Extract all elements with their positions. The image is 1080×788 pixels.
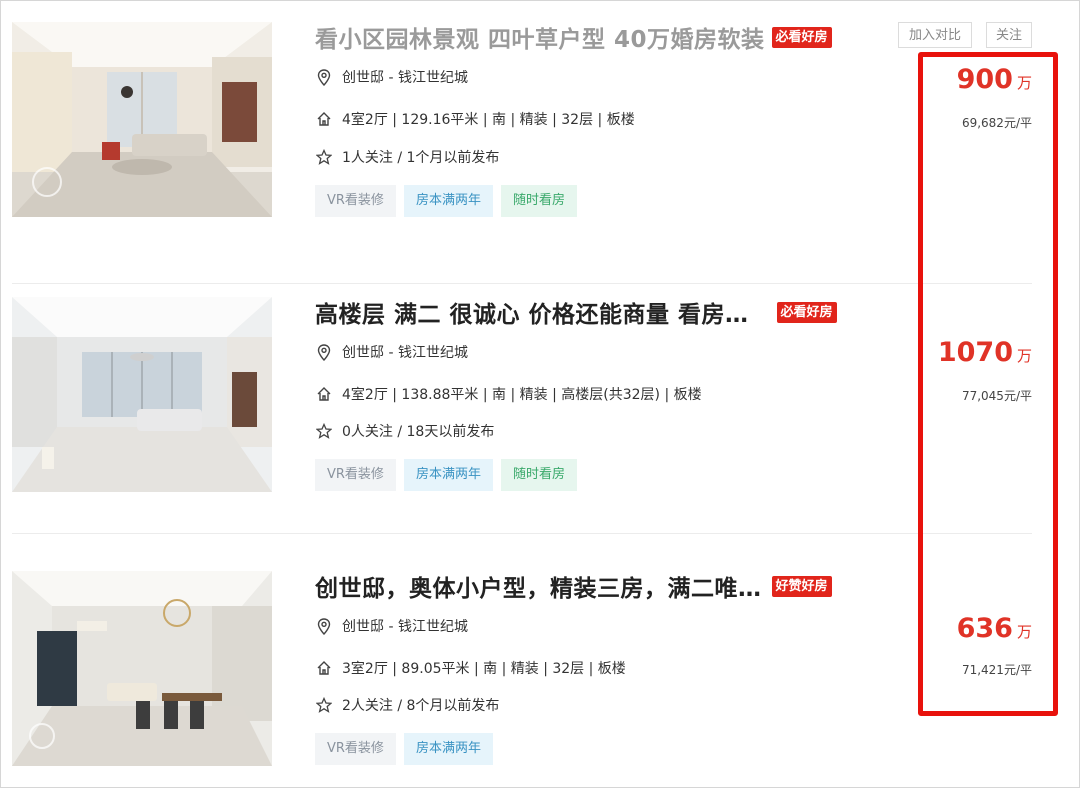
details-text: 4室2厅 | 138.88平米 | 南 | 精装 | 高楼层(共32层) | 板…: [342, 387, 702, 403]
listing-card[interactable]: 高楼层 满二 很诚心 价格还能商量 看房… 必看好房 创世邸 - 钱江世纪城 4…: [12, 297, 1032, 534]
location-text[interactable]: 创世邸 - 钱江世纪城: [342, 67, 468, 87]
listing-title[interactable]: 高楼层 满二 很诚心 价格还能商量 看房…: [315, 295, 749, 329]
star-icon: [315, 696, 333, 714]
location-row: 创世邸 - 钱江世纪城: [315, 66, 468, 88]
listing-title[interactable]: 看小区园林景观 四叶草户型 40万婚房软装: [315, 20, 765, 54]
listing-photo[interactable]: [12, 297, 272, 492]
tag-two-years: 房本满两年: [403, 733, 493, 765]
tag-list: VR看装修 房本满两年 随时看房: [315, 459, 577, 491]
listing-card[interactable]: 创世邸，奥体小户型，精装三房，满二唯… 好赞好房 创世邸 - 钱江世纪城 3室2…: [12, 571, 1032, 771]
tag-vr[interactable]: VR看装修: [315, 185, 396, 217]
listing-photo[interactable]: [12, 571, 272, 766]
details-row: 4室2厅 | 138.88平米 | 南 | 精装 | 高楼层(共32层) | 板…: [315, 383, 702, 405]
add-compare-button[interactable]: 加入对比: [898, 22, 972, 48]
tag-visit-anytime: 随时看房: [500, 459, 577, 491]
details-row: 3室2厅 | 89.05平米 | 南 | 精装 | 32层 | 板楼: [315, 657, 626, 679]
tag-list: VR看装修 房本满两年 随时看房: [315, 185, 577, 217]
details-text: 3室2厅 | 89.05平米 | 南 | 精装 | 32层 | 板楼: [342, 661, 626, 677]
follow-button[interactable]: 关注: [986, 22, 1032, 48]
house-icon: [315, 110, 333, 128]
star-icon: [315, 422, 333, 440]
followers-row: 1人关注 / 1个月以前发布: [315, 146, 499, 168]
followers-row: 0人关注 / 18天以前发布: [315, 420, 494, 442]
followers-text: 0人关注 / 18天以前发布: [342, 424, 495, 440]
house-icon: [315, 385, 333, 403]
tag-two-years: 房本满两年: [403, 185, 493, 217]
details-text: 4室2厅 | 129.16平米 | 南 | 精装 | 32层 | 板楼: [342, 112, 635, 128]
price-highlight-box: [918, 52, 1058, 716]
tag-two-years: 房本满两年: [403, 459, 493, 491]
listing-photo[interactable]: [12, 22, 272, 217]
house-icon: [315, 659, 333, 677]
star-icon: [315, 148, 333, 166]
listing-badge: 必看好房: [776, 301, 837, 323]
location-text[interactable]: 创世邸 - 钱江世纪城: [342, 616, 468, 636]
location-row: 创世邸 - 钱江世纪城: [315, 615, 468, 637]
location-pin-icon: [315, 343, 333, 361]
followers-text: 2人关注 / 8个月以前发布: [342, 698, 500, 714]
tag-vr[interactable]: VR看装修: [315, 459, 396, 491]
location-row: 创世邸 - 钱江世纪城: [315, 341, 468, 363]
details-row: 4室2厅 | 129.16平米 | 南 | 精装 | 32层 | 板楼: [315, 108, 635, 130]
followers-row: 2人关注 / 8个月以前发布: [315, 694, 499, 716]
listing-badge: 好赞好房: [771, 575, 832, 597]
listing-badge: 必看好房: [771, 26, 832, 48]
listing-card[interactable]: 看小区园林景观 四叶草户型 40万婚房软装 必看好房 创世邸 - 钱江世纪城 4…: [12, 22, 1032, 284]
location-pin-icon: [315, 617, 333, 635]
tag-visit-anytime: 随时看房: [500, 185, 577, 217]
location-text[interactable]: 创世邸 - 钱江世纪城: [342, 342, 468, 362]
location-pin-icon: [315, 68, 333, 86]
listing-title[interactable]: 创世邸，奥体小户型，精装三房，满二唯…: [315, 569, 762, 603]
tag-vr[interactable]: VR看装修: [315, 733, 396, 765]
tag-list: VR看装修 房本满两年: [315, 733, 493, 765]
followers-text: 1人关注 / 1个月以前发布: [342, 150, 500, 166]
